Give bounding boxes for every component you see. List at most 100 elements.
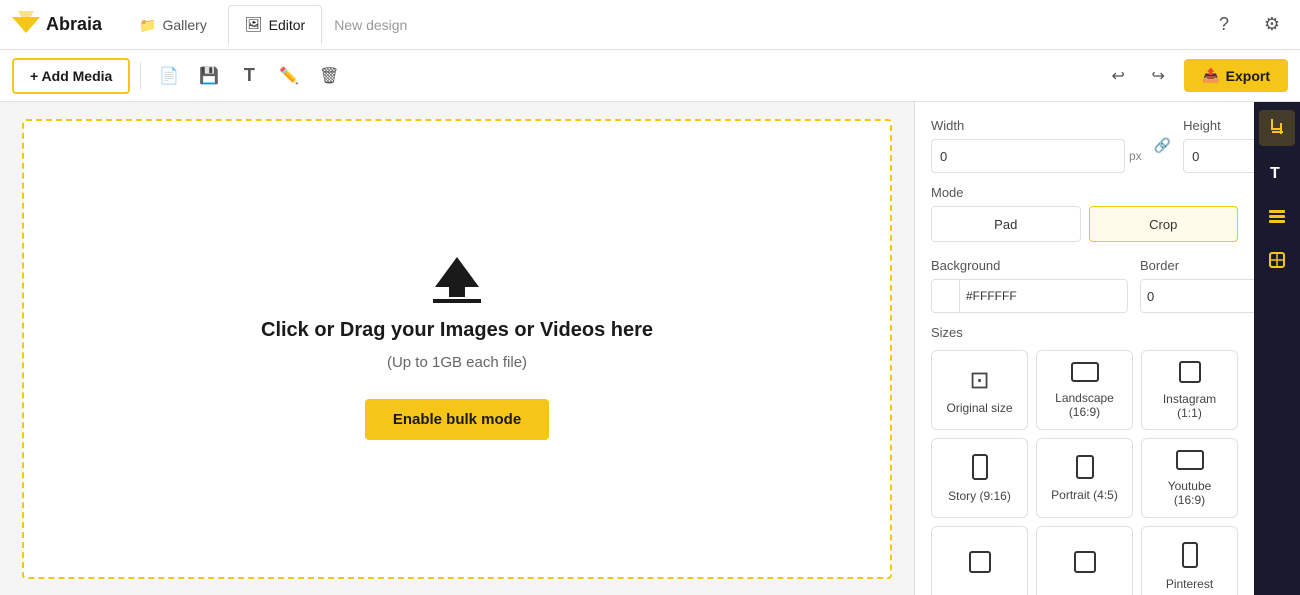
toolbar: + Add Media 📄 💾 T ✏️ 🗑 ↩ ↪ 📤 Export — [0, 50, 1300, 102]
size-pinterest[interactable]: Pinterest — [1141, 526, 1238, 595]
height-input-row: px — [1183, 139, 1254, 173]
link-dimensions-icon[interactable]: 🔗 — [1154, 137, 1171, 154]
size-landscape-label: Landscape (16:9) — [1055, 391, 1114, 419]
size-custom2[interactable] — [1036, 526, 1133, 595]
sizes-grid: ⊡ Original size Landscape (16:9) Instagr… — [931, 350, 1238, 595]
export-button[interactable]: 📤 Export — [1184, 59, 1288, 92]
folder-icon: 📁 — [139, 17, 156, 34]
border-value-input[interactable] — [1141, 289, 1254, 304]
size-pinterest-icon — [1182, 542, 1198, 571]
border-input-row: px — [1140, 279, 1254, 313]
upload-arrow-icon — [433, 257, 481, 303]
width-label: Width — [931, 118, 1142, 133]
background-color-input — [931, 279, 1128, 313]
bulk-mode-button[interactable]: Enable bulk mode — [365, 399, 549, 440]
duplicate-icon: 📄 — [159, 66, 179, 86]
trash-icon: 🗑 — [319, 66, 339, 86]
main-area: Click or Drag your Images or Videos here… — [0, 102, 1300, 595]
height-input[interactable] — [1183, 139, 1254, 173]
size-story-icon — [972, 454, 988, 483]
mode-label: Mode — [931, 185, 1238, 200]
adjust-icon — [1267, 250, 1287, 270]
width-input[interactable] — [931, 139, 1125, 173]
dimensions-row: Width px 🔗 Height px — [931, 118, 1238, 173]
sidebar-adjust-button[interactable] — [1259, 242, 1295, 278]
svg-text:T: T — [1270, 165, 1280, 182]
add-media-button[interactable]: + Add Media — [12, 58, 130, 94]
export-label: Export — [1226, 68, 1270, 84]
size-instagram[interactable]: Instagram (1:1) — [1141, 350, 1238, 430]
tab-editor[interactable]: 🖼 Editor — [228, 5, 322, 45]
layers-icon — [1267, 206, 1287, 226]
mode-section: Mode Pad Crop — [931, 185, 1238, 242]
canvas-area: Click or Drag your Images or Videos here… — [0, 102, 914, 595]
draw-icon: ✏️ — [279, 66, 299, 86]
export-icon: 📤 — [1202, 67, 1219, 84]
sizes-section: Sizes ⊡ Original size Landscape (16:9) — [931, 325, 1238, 595]
text-button[interactable]: T — [231, 58, 267, 94]
size-youtube[interactable]: Youtube (16:9) — [1141, 438, 1238, 518]
size-custom1[interactable] — [931, 526, 1028, 595]
size-portrait-label: Portrait (4:5) — [1051, 488, 1118, 502]
duplicate-button[interactable]: 📄 — [151, 58, 187, 94]
size-story-label: Story (9:16) — [948, 489, 1011, 503]
height-group: Height px — [1183, 118, 1254, 173]
save-button[interactable]: 💾 — [191, 58, 227, 94]
sidebar-crop-button[interactable] — [1259, 110, 1295, 146]
help-icon: ? — [1219, 14, 1229, 35]
size-original-label: Original size — [946, 401, 1012, 415]
sidebar-text-button[interactable]: T — [1259, 154, 1295, 190]
tab-gallery[interactable]: 📁 Gallery — [122, 5, 224, 45]
bulk-mode-label: Enable bulk mode — [393, 411, 521, 428]
settings-icon: ⚙ — [1264, 14, 1280, 35]
color-swatch[interactable] — [932, 280, 960, 312]
border-group: Border px — [1140, 258, 1254, 313]
background-label: Background — [931, 258, 1128, 273]
size-landscape[interactable]: Landscape (16:9) — [1036, 350, 1133, 430]
size-story[interactable]: Story (9:16) — [931, 438, 1028, 518]
size-original[interactable]: ⊡ Original size — [931, 350, 1028, 430]
size-portrait[interactable]: Portrait (4:5) — [1036, 438, 1133, 518]
color-text-input[interactable] — [960, 289, 1127, 303]
help-button[interactable]: ? — [1208, 9, 1240, 41]
size-instagram-icon — [1179, 361, 1201, 386]
far-right-sidebar: T — [1254, 102, 1300, 595]
mode-pad-button[interactable]: Pad — [931, 206, 1081, 242]
delete-button[interactable]: 🗑 — [311, 58, 347, 94]
size-instagram-label: Instagram (1:1) — [1163, 392, 1216, 420]
size-landscape-icon — [1071, 362, 1099, 385]
logo-icon — [12, 11, 40, 39]
size-custom2-icon — [1074, 551, 1096, 576]
add-media-label: + Add Media — [30, 68, 112, 84]
logo[interactable]: Abraia — [12, 11, 102, 39]
width-input-row: px — [931, 139, 1142, 173]
size-youtube-icon — [1176, 450, 1204, 473]
size-custom1-icon — [969, 551, 991, 576]
toolbar-separator — [140, 62, 141, 90]
settings-button[interactable]: ⚙ — [1256, 9, 1288, 41]
height-label: Height — [1183, 118, 1254, 133]
text-icon: T — [244, 65, 255, 86]
mode-pad-label: Pad — [994, 217, 1017, 232]
text-icon: T — [1267, 162, 1287, 182]
drop-text-sub: (Up to 1GB each file) — [387, 354, 527, 371]
mode-crop-label: Crop — [1149, 217, 1177, 232]
redo-button[interactable]: ↪ — [1140, 58, 1176, 94]
border-label: Border — [1140, 258, 1254, 273]
editor-icon: 🖼 — [245, 16, 263, 33]
canvas-drop-zone[interactable]: Click or Drag your Images or Videos here… — [22, 119, 892, 579]
width-unit: px — [1129, 149, 1142, 163]
sidebar-layers-button[interactable] — [1259, 198, 1295, 234]
sizes-label: Sizes — [931, 325, 1238, 340]
size-portrait-icon — [1076, 455, 1094, 482]
mode-crop-button[interactable]: Crop — [1089, 206, 1239, 242]
right-panel: Width px 🔗 Height px Mode Pad — [914, 102, 1254, 595]
undo-icon: ↩ — [1112, 66, 1125, 86]
draw-button[interactable]: ✏️ — [271, 58, 307, 94]
tab-new-design[interactable]: New design — [334, 17, 407, 33]
toolbar-right: ↩ ↪ 📤 Export — [1100, 58, 1288, 94]
undo-button[interactable]: ↩ — [1100, 58, 1136, 94]
bg-border-row: Background Border px — [931, 258, 1238, 313]
mode-row: Pad Crop — [931, 206, 1238, 242]
save-icon: 💾 — [199, 66, 219, 86]
